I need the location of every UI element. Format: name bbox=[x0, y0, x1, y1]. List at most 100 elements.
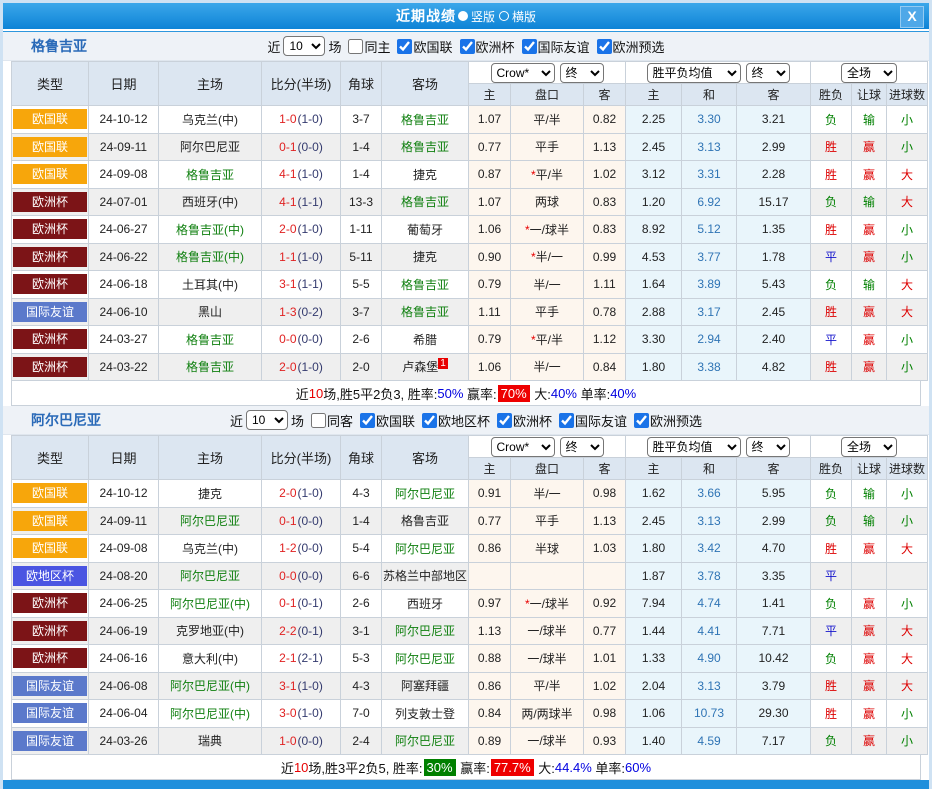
table-row: 欧地区杯24-08-20阿尔巴尼亚0-0(0-0)6-6苏格兰中部地区1.873… bbox=[12, 562, 928, 590]
eu-home-cell: 1.44 bbox=[626, 617, 682, 645]
odds-company-select[interactable]: Crow* bbox=[491, 437, 555, 457]
odds-company-select[interactable]: Crow* bbox=[491, 63, 555, 83]
competition-checkbox[interactable] bbox=[497, 413, 512, 428]
competition-option[interactable]: 欧洲杯 bbox=[456, 37, 515, 56]
competition-checkbox[interactable] bbox=[460, 39, 475, 54]
competition-checkbox[interactable] bbox=[634, 413, 649, 428]
full-score: 3-1 bbox=[279, 679, 296, 693]
scope-select[interactable]: 全场 bbox=[841, 437, 897, 457]
summary-segment: 赢率: bbox=[463, 384, 496, 403]
scope-select[interactable]: 全场 bbox=[841, 63, 897, 83]
type-badge: 欧洲杯 bbox=[13, 274, 87, 294]
filter-controls: 近10场同客欧国联欧地区杯欧洲杯国际友谊欧洲预选 bbox=[230, 410, 702, 430]
corners-cell: 1-4 bbox=[341, 161, 382, 189]
competition-checkbox[interactable] bbox=[597, 39, 612, 54]
odds-away-cell: 1.01 bbox=[584, 645, 626, 673]
date-cell: 24-10-12 bbox=[89, 480, 159, 508]
competition-checkbox[interactable] bbox=[422, 413, 437, 428]
odds-home-cell: 0.84 bbox=[469, 700, 511, 728]
competition-checkbox[interactable] bbox=[559, 413, 574, 428]
summary-segment: 10 bbox=[294, 760, 308, 775]
score-cell: 3-1(1-1) bbox=[262, 271, 341, 299]
corners-cell: 7-0 bbox=[341, 700, 382, 728]
home-team-cell: 克罗地亚(中) bbox=[159, 617, 262, 645]
handicap-result-cell: 赢 bbox=[852, 216, 887, 244]
type-cell: 欧洲杯 bbox=[12, 326, 89, 354]
eu-away-cell: 1.35 bbox=[737, 216, 811, 244]
handicap-cell: 半球 bbox=[511, 535, 584, 563]
games-suffix-label: 场 bbox=[291, 411, 304, 430]
eu-draw-cell: 3.42 bbox=[682, 535, 737, 563]
result-cell: 平 bbox=[811, 562, 852, 590]
eu-draw-cell: 3.77 bbox=[682, 243, 737, 271]
same-side-option[interactable]: 同主 bbox=[344, 37, 390, 56]
games-suffix-label: 场 bbox=[328, 37, 341, 56]
type-cell: 欧国联 bbox=[12, 507, 89, 535]
eu-home-cell: 1.62 bbox=[626, 480, 682, 508]
odds-time-select[interactable]: 终 bbox=[560, 437, 604, 457]
avg-time-select[interactable]: 终 bbox=[746, 437, 790, 457]
summary-segment: 场,胜3平2负5, 胜率: bbox=[308, 758, 422, 777]
half-score: (1-0) bbox=[298, 167, 323, 181]
handicap-value: 一/球半 bbox=[530, 223, 569, 237]
home-team-cell: 格鲁吉亚 bbox=[159, 161, 262, 189]
same-side-label: 同主 bbox=[364, 37, 390, 56]
competition-option[interactable]: 国际友谊 bbox=[555, 411, 627, 430]
layout-radio-vertical[interactable]: 竖版 bbox=[458, 8, 495, 25]
competition-option[interactable]: 国际友谊 bbox=[518, 37, 590, 56]
odds-away-cell: 0.99 bbox=[584, 243, 626, 271]
sub-column-header: 盘口 bbox=[511, 84, 584, 106]
competition-option[interactable]: 欧地区杯 bbox=[418, 411, 490, 430]
handicap-result-cell: 赢 bbox=[852, 672, 887, 700]
home-team-cell: 格鲁吉亚(中) bbox=[159, 216, 262, 244]
score-cell: 4-1(1-1) bbox=[262, 188, 341, 216]
eu-draw-cell: 2.94 bbox=[682, 326, 737, 354]
team-section-header: 格鲁吉亚近10场同主欧国联欧洲杯国际友谊欧洲预选 bbox=[3, 32, 929, 61]
away-team-cell: 阿尔巴尼亚 bbox=[382, 727, 469, 755]
avg-time-select[interactable]: 终 bbox=[746, 63, 790, 83]
competition-option[interactable]: 欧洲预选 bbox=[630, 411, 702, 430]
avg-odds-select[interactable]: 胜平负均值 bbox=[647, 437, 741, 457]
half-score: (1-0) bbox=[298, 250, 323, 264]
layout-radio-horizontal[interactable]: 横版 bbox=[499, 8, 536, 25]
games-count-select[interactable]: 10 bbox=[283, 36, 325, 56]
eu-draw-cell: 6.92 bbox=[682, 188, 737, 216]
handicap-result-cell: 赢 bbox=[852, 243, 887, 271]
type-cell: 欧洲杯 bbox=[12, 353, 89, 381]
eu-home-cell: 4.53 bbox=[626, 243, 682, 271]
type-badge: 国际友谊 bbox=[13, 731, 87, 751]
competition-option[interactable]: 欧国联 bbox=[393, 37, 452, 56]
corners-cell: 3-7 bbox=[341, 106, 382, 134]
competition-checkbox[interactable] bbox=[522, 39, 537, 54]
same-side-checkbox[interactable] bbox=[348, 39, 363, 54]
close-button[interactable]: X bbox=[900, 6, 924, 28]
home-team-cell: 乌克兰(中) bbox=[159, 535, 262, 563]
type-badge: 欧国联 bbox=[13, 164, 87, 184]
eu-home-cell: 8.92 bbox=[626, 216, 682, 244]
competition-checkbox[interactable] bbox=[360, 413, 375, 428]
odds-away-cell: 0.77 bbox=[584, 617, 626, 645]
competition-option[interactable]: 欧国联 bbox=[356, 411, 415, 430]
sub-column-header: 进球数 bbox=[887, 84, 928, 106]
competition-option[interactable]: 欧洲杯 bbox=[493, 411, 552, 430]
same-side-checkbox[interactable] bbox=[311, 413, 326, 428]
score-cell: 1-0(0-0) bbox=[262, 727, 341, 755]
avg-odds-select[interactable]: 胜平负均值 bbox=[647, 63, 741, 83]
sub-column-header: 主 bbox=[469, 458, 511, 480]
same-side-option[interactable]: 同客 bbox=[307, 411, 353, 430]
competition-option[interactable]: 欧洲预选 bbox=[593, 37, 665, 56]
games-count-select[interactable]: 10 bbox=[246, 410, 288, 430]
odds-away-cell: 1.13 bbox=[584, 133, 626, 161]
odds-time-select[interactable]: 终 bbox=[560, 63, 604, 83]
corners-cell: 13-3 bbox=[341, 188, 382, 216]
handicap-cell: *一/球半 bbox=[511, 590, 584, 618]
eu-away-cell: 10.42 bbox=[737, 645, 811, 673]
handicap-result-cell: 输 bbox=[852, 106, 887, 134]
handicap-value: 半/一 bbox=[533, 278, 560, 292]
sub-column-header: 胜负 bbox=[811, 458, 852, 480]
half-score: (0-0) bbox=[298, 569, 323, 583]
eu-home-cell: 2.04 bbox=[626, 672, 682, 700]
odds-away-cell: 0.84 bbox=[584, 353, 626, 381]
competition-checkbox[interactable] bbox=[397, 39, 412, 54]
summary-segment: 单率: bbox=[592, 758, 625, 777]
